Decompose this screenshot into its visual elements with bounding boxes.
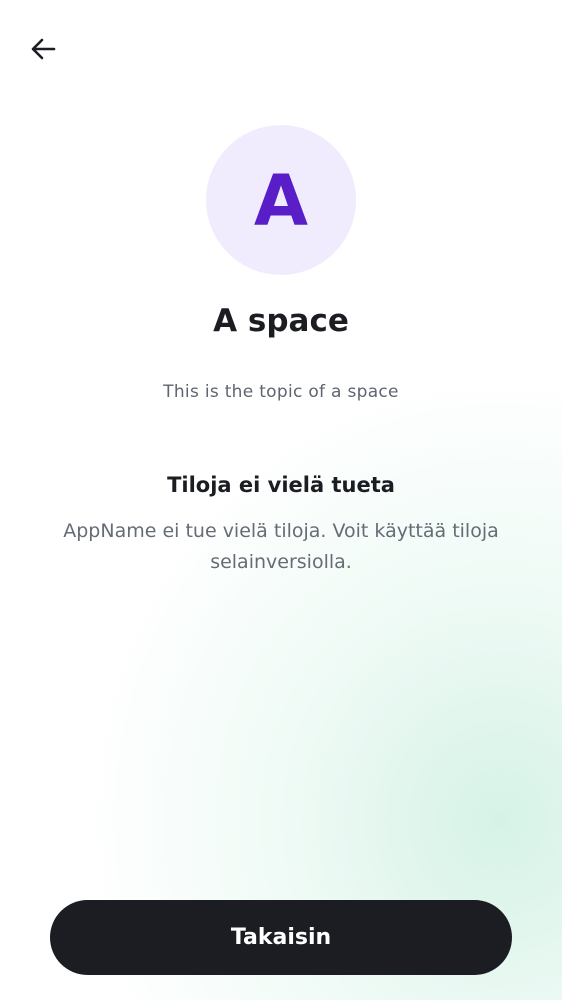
space-screen: A A space This is the topic of a space T…: [0, 0, 562, 1000]
space-name: A space: [213, 303, 349, 339]
avatar-letter: A: [253, 160, 309, 242]
back-button[interactable]: [20, 26, 66, 72]
arrow-left-icon: [31, 38, 56, 60]
takaisin-button-label: Takaisin: [230, 925, 332, 950]
takaisin-button[interactable]: Takaisin: [50, 900, 512, 975]
space-avatar: A: [206, 125, 356, 275]
space-topic: This is the topic of a space: [163, 382, 399, 402]
notice-body: AppName ei tue vielä tiloja. Voit käyttä…: [63, 520, 499, 573]
notice-title: Tiloja ei vielä tueta: [167, 473, 395, 497]
